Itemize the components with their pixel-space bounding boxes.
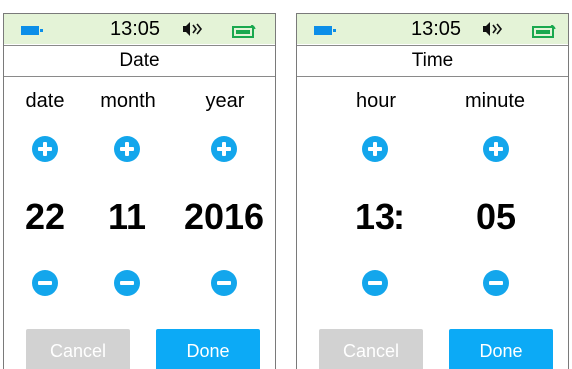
year-value: 2016 xyxy=(183,196,265,237)
month-decrease-button[interactable] xyxy=(114,270,140,296)
minute-value: 05 xyxy=(475,196,517,237)
minute-increase-button[interactable] xyxy=(483,136,509,162)
cancel-button[interactable]: Cancel xyxy=(319,329,423,369)
screen-title: Time xyxy=(297,45,568,77)
speaker-icon xyxy=(483,22,503,36)
year-increase-button[interactable] xyxy=(211,136,237,162)
status-bar: 13:05 xyxy=(297,14,568,44)
date-decrease-button[interactable] xyxy=(32,270,58,296)
status-bar: 13:05 xyxy=(4,14,275,44)
done-button[interactable]: Done xyxy=(449,329,553,369)
month-label: month xyxy=(100,90,156,112)
phone-battery-icon xyxy=(532,25,556,38)
hour-label: hour xyxy=(355,90,397,112)
hour-increase-button[interactable] xyxy=(362,136,388,162)
battery-icon xyxy=(21,26,43,35)
battery-icon xyxy=(314,26,336,35)
month-increase-button[interactable] xyxy=(114,136,140,162)
year-decrease-button[interactable] xyxy=(211,270,237,296)
time-separator: : xyxy=(393,196,405,237)
month-value: 11 xyxy=(107,196,147,237)
status-time: 13:05 xyxy=(411,18,462,40)
phone-battery-icon xyxy=(232,25,256,38)
hour-decrease-button[interactable] xyxy=(362,270,388,296)
minute-decrease-button[interactable] xyxy=(483,270,509,296)
done-button[interactable]: Done xyxy=(156,329,260,369)
time-screen: 13:05 Time hour minute 13 : 05 Cancel Do… xyxy=(296,13,569,369)
cancel-button[interactable]: Cancel xyxy=(26,329,130,369)
status-time: 13:05 xyxy=(110,18,161,40)
date-label: date xyxy=(25,90,65,112)
date-screen: 13:05 Date date month year 22 11 2016 Ca… xyxy=(3,13,276,369)
year-label: year xyxy=(205,90,245,112)
date-increase-button[interactable] xyxy=(32,136,58,162)
speaker-icon xyxy=(183,22,203,36)
screen-title: Date xyxy=(4,45,275,77)
minute-label: minute xyxy=(464,90,526,112)
